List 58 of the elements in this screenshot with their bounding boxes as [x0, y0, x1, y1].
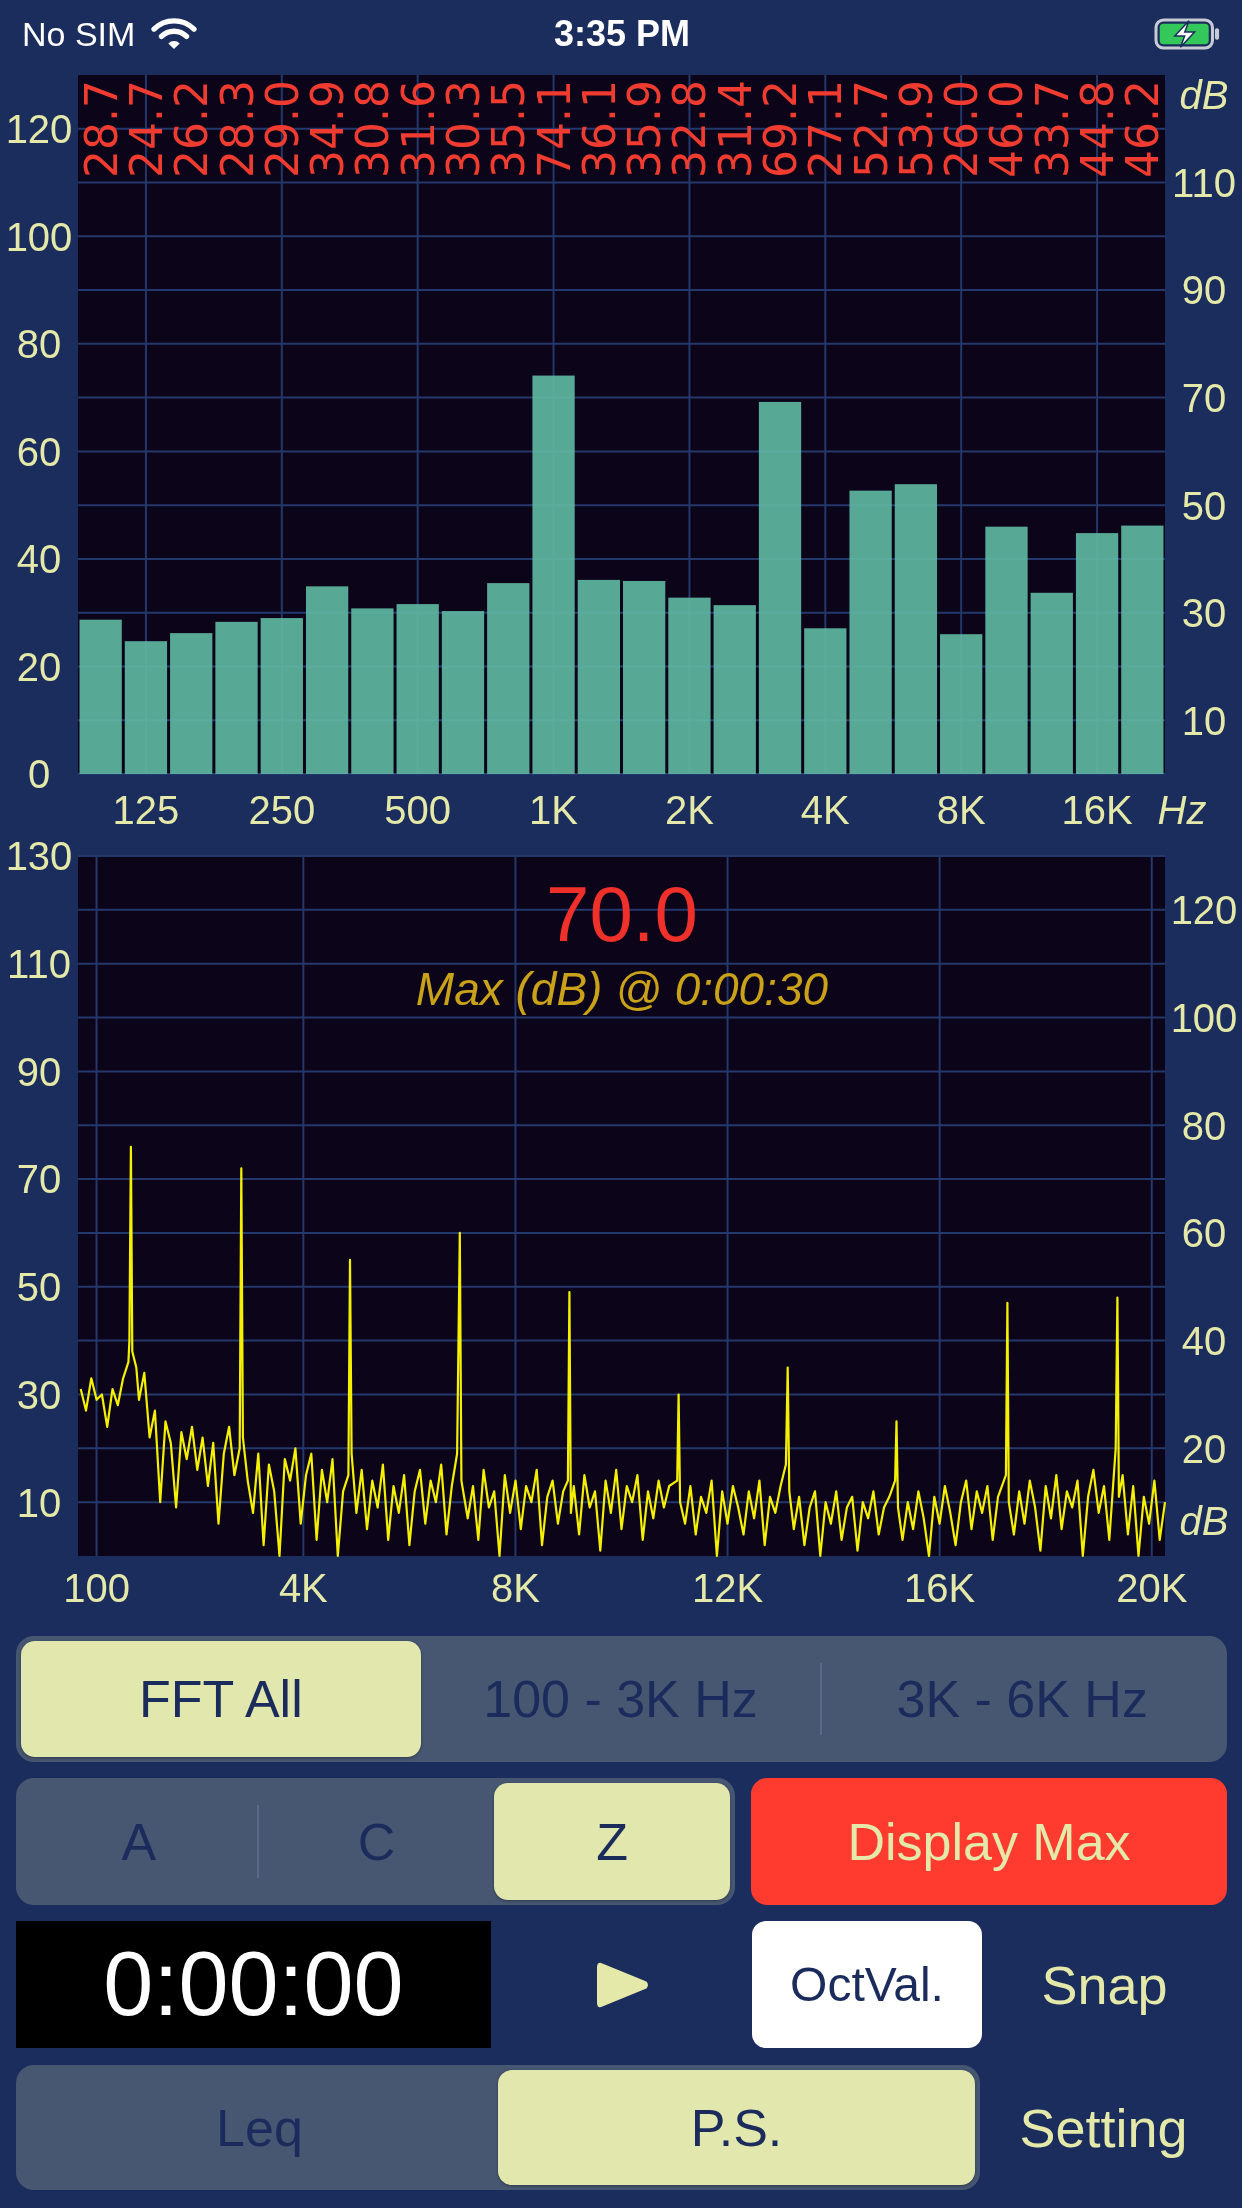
y-axis-label: 80	[16, 322, 62, 367]
x-axis-label: 4K	[278, 1566, 328, 1611]
play-button[interactable]	[594, 1960, 649, 2009]
segment-tab[interactable]: P.S.	[498, 2070, 975, 2185]
y-axis-label: 110	[7, 942, 71, 987]
wifi-icon	[151, 17, 198, 51]
y-axis-label: 60	[1181, 1211, 1227, 1256]
snap-button[interactable]: Snap	[1035, 1949, 1174, 2020]
y-axis-label: 100	[5, 214, 73, 259]
x-axis-label: 8K	[936, 788, 986, 833]
x-axis-label: 20K	[1116, 1566, 1188, 1611]
unit-label: dB	[1179, 1499, 1229, 1544]
x-axis-label: 125	[112, 788, 180, 833]
max-value: 70.0	[546, 870, 698, 959]
y-axis-label: 50	[16, 1265, 62, 1310]
y-axis-label: 40	[16, 537, 62, 582]
play-icon	[594, 1960, 649, 2009]
y-axis-label: 30	[1181, 591, 1227, 636]
x-axis-label: 2K	[664, 788, 714, 833]
segment-tab[interactable]: FFT All	[21, 1641, 421, 1757]
y-axis-label: 60	[16, 429, 62, 474]
unit-label: Hz	[1157, 788, 1207, 833]
y-axis-label: 10	[16, 1480, 62, 1525]
unit-label: dB	[1179, 73, 1229, 118]
y-axis-label: 90	[1181, 268, 1227, 313]
x-axis-label: 1K	[529, 788, 579, 833]
x-axis-label: 100	[63, 1566, 130, 1611]
y-axis-label: 40	[1181, 1319, 1227, 1363]
x-axis-label: 16K	[904, 1566, 976, 1611]
y-axis-label: 110	[1172, 160, 1236, 205]
battery-icon	[1154, 18, 1222, 50]
x-axis-label: 4K	[800, 788, 850, 833]
y-axis-label: 70	[16, 1157, 62, 1202]
setting-button[interactable]: Setting	[1013, 2092, 1194, 2163]
clock: 3:35 PM	[553, 13, 691, 55]
y-axis-label: 130	[5, 840, 73, 879]
y-axis-label: 90	[16, 1049, 62, 1094]
y-axis-label: 0	[27, 752, 51, 797]
x-axis-label: 500	[384, 788, 452, 833]
y-axis-label: 70	[1181, 376, 1227, 420]
y-axis-label: 20	[1181, 1426, 1227, 1471]
max-caption: Max (dB) @ 0:00:30	[415, 962, 829, 1015]
y-axis-label: 20	[16, 644, 62, 689]
x-axis-label: 250	[248, 788, 316, 833]
x-axis-label: 16K	[1061, 788, 1133, 833]
x-axis-label: 12K	[691, 1566, 764, 1611]
segment-tab[interactable]: Z	[494, 1783, 730, 1900]
x-axis-label: 8K	[491, 1566, 540, 1611]
octval-toggle[interactable]: OctVal.	[752, 1921, 982, 2048]
y-axis-label: 50	[1181, 483, 1227, 528]
y-axis-label: 10	[1181, 698, 1227, 743]
carrier-label: No SIM	[22, 14, 136, 54]
y-axis-label: 100	[1170, 995, 1238, 1040]
y-axis-label: 80	[1181, 1103, 1227, 1148]
y-axis-label: 30	[16, 1372, 62, 1417]
y-axis-label: 120	[1170, 888, 1238, 933]
y-axis-label: 120	[5, 107, 73, 152]
timer-display: 0:00:00	[16, 1921, 491, 2048]
